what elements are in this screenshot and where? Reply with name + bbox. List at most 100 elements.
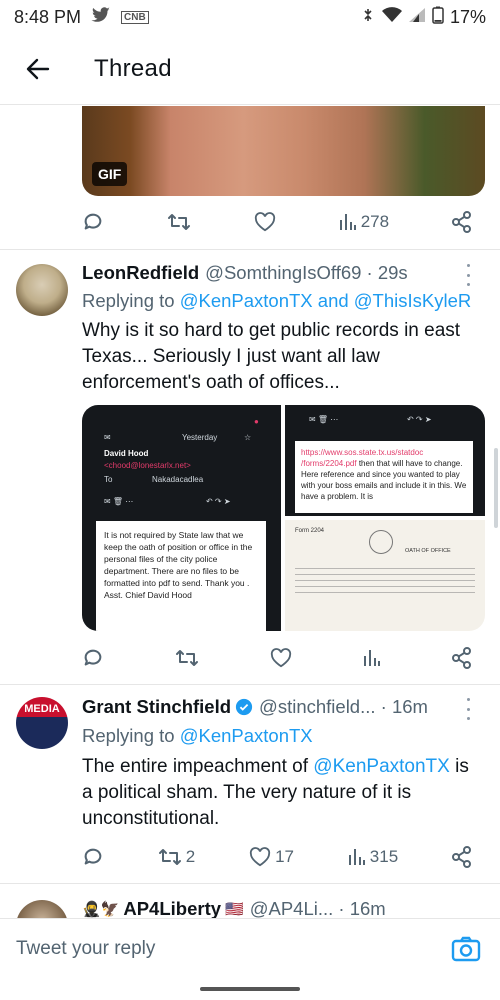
back-arrow-icon bbox=[26, 58, 50, 80]
tweet-text: The entire impeachment of @KenPaxtonTX i… bbox=[82, 754, 482, 832]
gif-badge: GIF bbox=[92, 162, 128, 186]
views-button[interactable]: 315 bbox=[348, 847, 398, 867]
tweet-header: LeonRedfield @SomthingIsOff69 · 29s bbox=[82, 262, 460, 284]
more-options-button[interactable] bbox=[458, 698, 478, 720]
heart-icon bbox=[254, 212, 275, 232]
author-name[interactable]: Grant Stinchfield bbox=[82, 696, 231, 718]
views-button[interactable]: 278 bbox=[339, 212, 389, 232]
reply-button[interactable] bbox=[82, 211, 104, 233]
reply-button[interactable] bbox=[82, 846, 104, 868]
email-sender-address: <chood@lonestarlx.net> bbox=[104, 461, 191, 470]
cnb-app-icon: CNB bbox=[121, 10, 149, 24]
views-button[interactable] bbox=[363, 648, 381, 668]
reply-button[interactable] bbox=[82, 647, 104, 669]
camera-button[interactable] bbox=[450, 933, 482, 965]
email-date: Yesterday bbox=[182, 433, 218, 442]
page-title: Thread bbox=[94, 55, 172, 82]
share-button[interactable] bbox=[452, 647, 472, 669]
star-icon: ☆ bbox=[244, 433, 252, 442]
share-icon bbox=[452, 211, 471, 233]
email-body-2: https://www.sos.state.tx.us/statdoc /for… bbox=[295, 441, 473, 513]
author-handle[interactable]: @stinchfield... · 16m bbox=[259, 696, 428, 718]
retweet-button[interactable] bbox=[175, 647, 199, 669]
like-button[interactable]: 17 bbox=[249, 847, 294, 867]
heart-icon bbox=[270, 648, 292, 668]
avatar[interactable]: MEDIA bbox=[16, 697, 68, 749]
email-to-label: To bbox=[104, 475, 113, 484]
doc-form-number: Form 2204 bbox=[295, 528, 325, 534]
header-divider bbox=[0, 104, 500, 105]
author-name[interactable]: LeonRedfield bbox=[82, 262, 199, 284]
retweet-button[interactable]: 2 bbox=[158, 846, 195, 868]
email-signature: Asst. Chief David Hood bbox=[104, 590, 192, 600]
reply-icon bbox=[84, 213, 102, 230]
gif-media[interactable]: GIF bbox=[82, 106, 485, 196]
avatar[interactable] bbox=[16, 264, 68, 316]
email-sender: David Hood bbox=[104, 449, 149, 458]
email-text: It is not required by State law that we … bbox=[104, 530, 253, 588]
oath-document[interactable]: Form 2204 OATH OF OFFICE bbox=[285, 520, 485, 631]
share-icon bbox=[451, 846, 471, 868]
tweet-header: Grant Stinchfield @stinchfield... · 16m bbox=[82, 696, 460, 718]
like-count: 17 bbox=[275, 847, 294, 866]
tweet-text-start: The entire impeachment of bbox=[82, 756, 314, 777]
tweet-divider bbox=[0, 249, 500, 250]
flag-icons: 🇺🇸 bbox=[225, 901, 244, 918]
scrollbar[interactable] bbox=[494, 448, 498, 528]
replying-to-link[interactable]: @KenPaxtonTX bbox=[180, 725, 313, 746]
email-screenshot[interactable]: Yesterday ✉ ☆ ● David Hood <chood@lonest… bbox=[82, 405, 281, 631]
author-name[interactable]: AP4Liberty bbox=[123, 898, 221, 920]
media-grid[interactable]: Yesterday ✉ ☆ ● David Hood <chood@lonest… bbox=[82, 405, 485, 631]
signal-icon bbox=[408, 7, 426, 28]
author-handle[interactable]: @AP4Li... · 16m bbox=[250, 898, 386, 920]
status-time: 8:48 PM bbox=[14, 6, 82, 27]
status-bar: 8:48 PM CNB 17% bbox=[0, 0, 500, 34]
verified-badge-icon bbox=[235, 698, 253, 716]
heart-icon bbox=[249, 847, 271, 867]
tweet-actions: 278 bbox=[82, 205, 472, 239]
share-icon bbox=[452, 647, 471, 669]
replying-to: Replying to @KenPaxtonTX and @ThisIsKyle… bbox=[82, 290, 471, 312]
avatar-logo-text: MEDIA bbox=[24, 703, 60, 715]
replying-to-link[interactable]: @KenPaxtonTX and @ThisIsKyleR bbox=[180, 290, 472, 311]
email-reply-icons: ↶ ↷ ➤ bbox=[206, 497, 231, 506]
author-handle[interactable]: @SomthingIsOff69 · 29s bbox=[205, 262, 408, 284]
app-header: Thread bbox=[0, 34, 500, 104]
reply-composer[interactable]: Tweet your reply bbox=[0, 918, 500, 978]
views-icon bbox=[339, 214, 356, 230]
like-button[interactable] bbox=[270, 648, 292, 668]
views-icon bbox=[348, 849, 365, 865]
emoji-icons: 🥷🦅 bbox=[82, 901, 120, 918]
replying-prefix: Replying to bbox=[82, 290, 180, 311]
home-indicator[interactable] bbox=[200, 987, 300, 991]
tweet-actions: 2 17 315 bbox=[82, 840, 472, 874]
email-screenshot-2[interactable]: ✉ 🗑 ⋯ ↶ ↷ ➤ https://www.sos.state.tx.us/… bbox=[285, 405, 485, 516]
like-button[interactable] bbox=[254, 212, 276, 232]
back-button[interactable] bbox=[18, 49, 58, 89]
camera-icon bbox=[451, 936, 481, 961]
doc-title: OATH OF OFFICE bbox=[405, 548, 451, 554]
reply-icon bbox=[84, 848, 102, 865]
views-icon bbox=[364, 650, 380, 666]
views-count: 278 bbox=[360, 212, 390, 231]
retweet-icon bbox=[167, 214, 190, 230]
tweet-divider bbox=[0, 883, 500, 884]
vibrate-icon bbox=[360, 7, 376, 28]
mention-link[interactable]: @KenPaxtonTX bbox=[313, 756, 450, 777]
share-button[interactable] bbox=[452, 211, 472, 233]
media-right-column: ✉ 🗑 ⋯ ↶ ↷ ➤ https://www.sos.state.tx.us/… bbox=[285, 405, 485, 631]
share-button[interactable] bbox=[451, 846, 472, 868]
email-toolbar-icons-2: ✉ 🗑 ⋯ bbox=[309, 415, 339, 424]
tweet-divider bbox=[0, 684, 500, 685]
wifi-icon bbox=[381, 6, 402, 28]
email-reply-icons-2: ↶ ↷ ➤ bbox=[407, 415, 432, 424]
email-to-value: Nakadacadlea bbox=[152, 475, 204, 484]
retweet-icon bbox=[158, 849, 181, 865]
reply-input[interactable]: Tweet your reply bbox=[16, 938, 155, 960]
reply-icon bbox=[84, 649, 102, 666]
replying-to: Replying to @KenPaxtonTX bbox=[82, 725, 313, 747]
more-options-button[interactable] bbox=[458, 264, 478, 286]
retweet-count: 2 bbox=[185, 847, 196, 866]
retweet-button[interactable] bbox=[167, 211, 191, 233]
battery-percent: 17% bbox=[449, 6, 486, 27]
